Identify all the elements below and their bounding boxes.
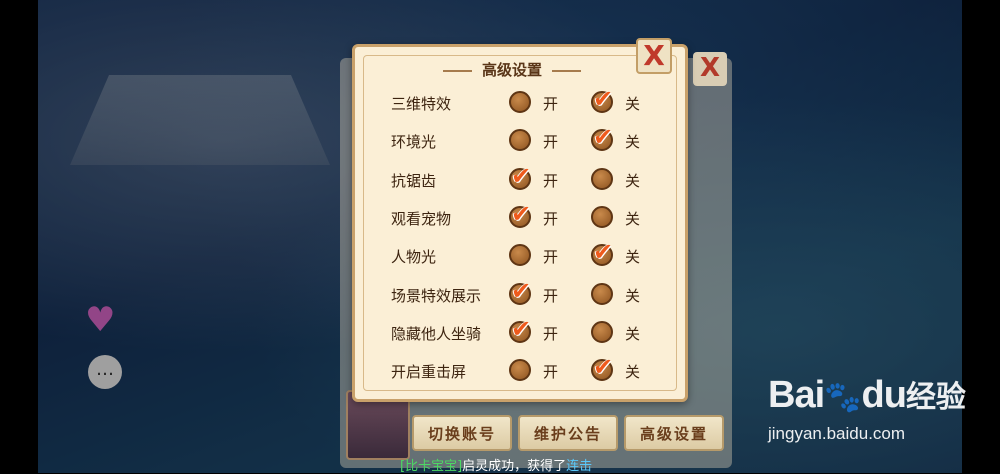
paw-icon: 🐾 xyxy=(824,380,862,415)
advanced-settings-dialog: 高级设置 三维特效开 ✔ 关环境光开 ✔ 关抗锯齿 ✔ 开关观看宠物 ✔ 开关人物光开 ✔ 关场景特… xyxy=(352,44,688,402)
setting-label: 抗锯齿 xyxy=(391,171,437,190)
checkmark-icon: ✔ xyxy=(511,199,532,228)
checkmark-icon: ✔ xyxy=(593,238,614,267)
checkmark-icon: ✔ xyxy=(593,85,614,113)
setting-row: 抗锯齿 ✔ 开 关 xyxy=(355,162,685,196)
checkmark-icon: ✔ xyxy=(593,123,614,152)
advanced-settings-button[interactable]: 高级设置 xyxy=(624,415,724,451)
setting-row: 人物光 开 ✔ 关 xyxy=(355,238,685,272)
dialog-title-wrap: 高级设置 xyxy=(443,57,581,83)
option-label-off: 关 xyxy=(625,248,641,267)
option-label-on: 开 xyxy=(543,133,559,152)
watermark-url: jingyan.baidu.com xyxy=(768,424,906,443)
option-label-off: 关 xyxy=(625,133,641,152)
option-label-on: 开 xyxy=(543,95,559,113)
option-label-off: 关 xyxy=(625,363,641,382)
radio-button-off[interactable] xyxy=(591,205,613,228)
option-label-off: 关 xyxy=(625,286,641,305)
banner-skill-name: 连击 xyxy=(566,459,593,474)
option-label-on: 开 xyxy=(543,324,559,343)
checkmark-icon: ✔ xyxy=(593,353,614,382)
radio-button-on[interactable] xyxy=(509,244,531,267)
option-label-on: 开 xyxy=(543,363,559,382)
radio-button-on[interactable] xyxy=(509,359,531,382)
setting-row: 隐藏他人坐骑 ✔ 开 关 xyxy=(355,315,685,349)
setting-label: 人物光 xyxy=(391,248,437,267)
setting-row: 观看宠物 ✔ 开 关 xyxy=(355,200,685,234)
setting-label: 环境光 xyxy=(391,133,437,152)
radio-button-on[interactable] xyxy=(509,129,531,152)
option-label-off: 关 xyxy=(625,209,641,228)
setting-label: 开启重击屏 xyxy=(391,363,467,382)
option-label-on: 开 xyxy=(543,286,559,305)
option-label-on: 开 xyxy=(543,209,559,228)
setting-label: 隐藏他人坐骑 xyxy=(391,324,482,343)
checkmark-icon: ✔ xyxy=(511,276,532,305)
maintenance-notice-button[interactable]: 维护公告 xyxy=(518,415,618,451)
radio-button-off[interactable] xyxy=(591,167,613,190)
system-message-banner: [比卡宝宝]启灵成功，获得了连击 xyxy=(400,455,592,474)
setting-row: 场景特效展示 ✔ 开 关 xyxy=(355,277,685,311)
option-label-off: 关 xyxy=(625,171,641,190)
watermark-logo-cn: 经验 xyxy=(905,380,966,415)
setting-row: 环境光 开 ✔ 关 xyxy=(355,123,685,157)
setting-row: 三维特效 开 ✔ 关 xyxy=(355,85,685,119)
watermark-logo-left: Bai xyxy=(768,374,825,416)
option-label-off: 关 xyxy=(625,324,641,343)
switch-account-button[interactable]: 切换账号 xyxy=(412,415,512,451)
option-label-on: 开 xyxy=(543,248,559,267)
radio-button-off[interactable] xyxy=(591,320,613,343)
checkmark-icon: ✔ xyxy=(511,161,532,190)
option-label-off: 关 xyxy=(625,95,641,113)
baidu-watermark: Bai🐾du经验 jingyan.baidu.com xyxy=(768,372,966,443)
back-panel-close-button[interactable]: X xyxy=(693,52,727,86)
banner-message: 启灵成功，获得了 xyxy=(462,459,567,474)
option-label-on: 开 xyxy=(543,171,559,190)
dialog-close-button[interactable]: X xyxy=(636,38,672,74)
setting-row: 开启重击屏 开 ✔ 关 xyxy=(355,353,685,387)
watermark-logo-right: du xyxy=(861,374,907,416)
setting-label: 观看宠物 xyxy=(391,209,452,228)
radio-button-on[interactable] xyxy=(509,91,531,113)
dialog-title: 高级设置 xyxy=(471,57,552,83)
setting-label: 场景特效展示 xyxy=(391,286,482,305)
setting-label: 三维特效 xyxy=(391,95,452,113)
radio-button-off[interactable] xyxy=(591,282,613,305)
checkmark-icon: ✔ xyxy=(511,314,532,343)
banner-pet-name: [比卡宝宝] xyxy=(400,459,463,474)
